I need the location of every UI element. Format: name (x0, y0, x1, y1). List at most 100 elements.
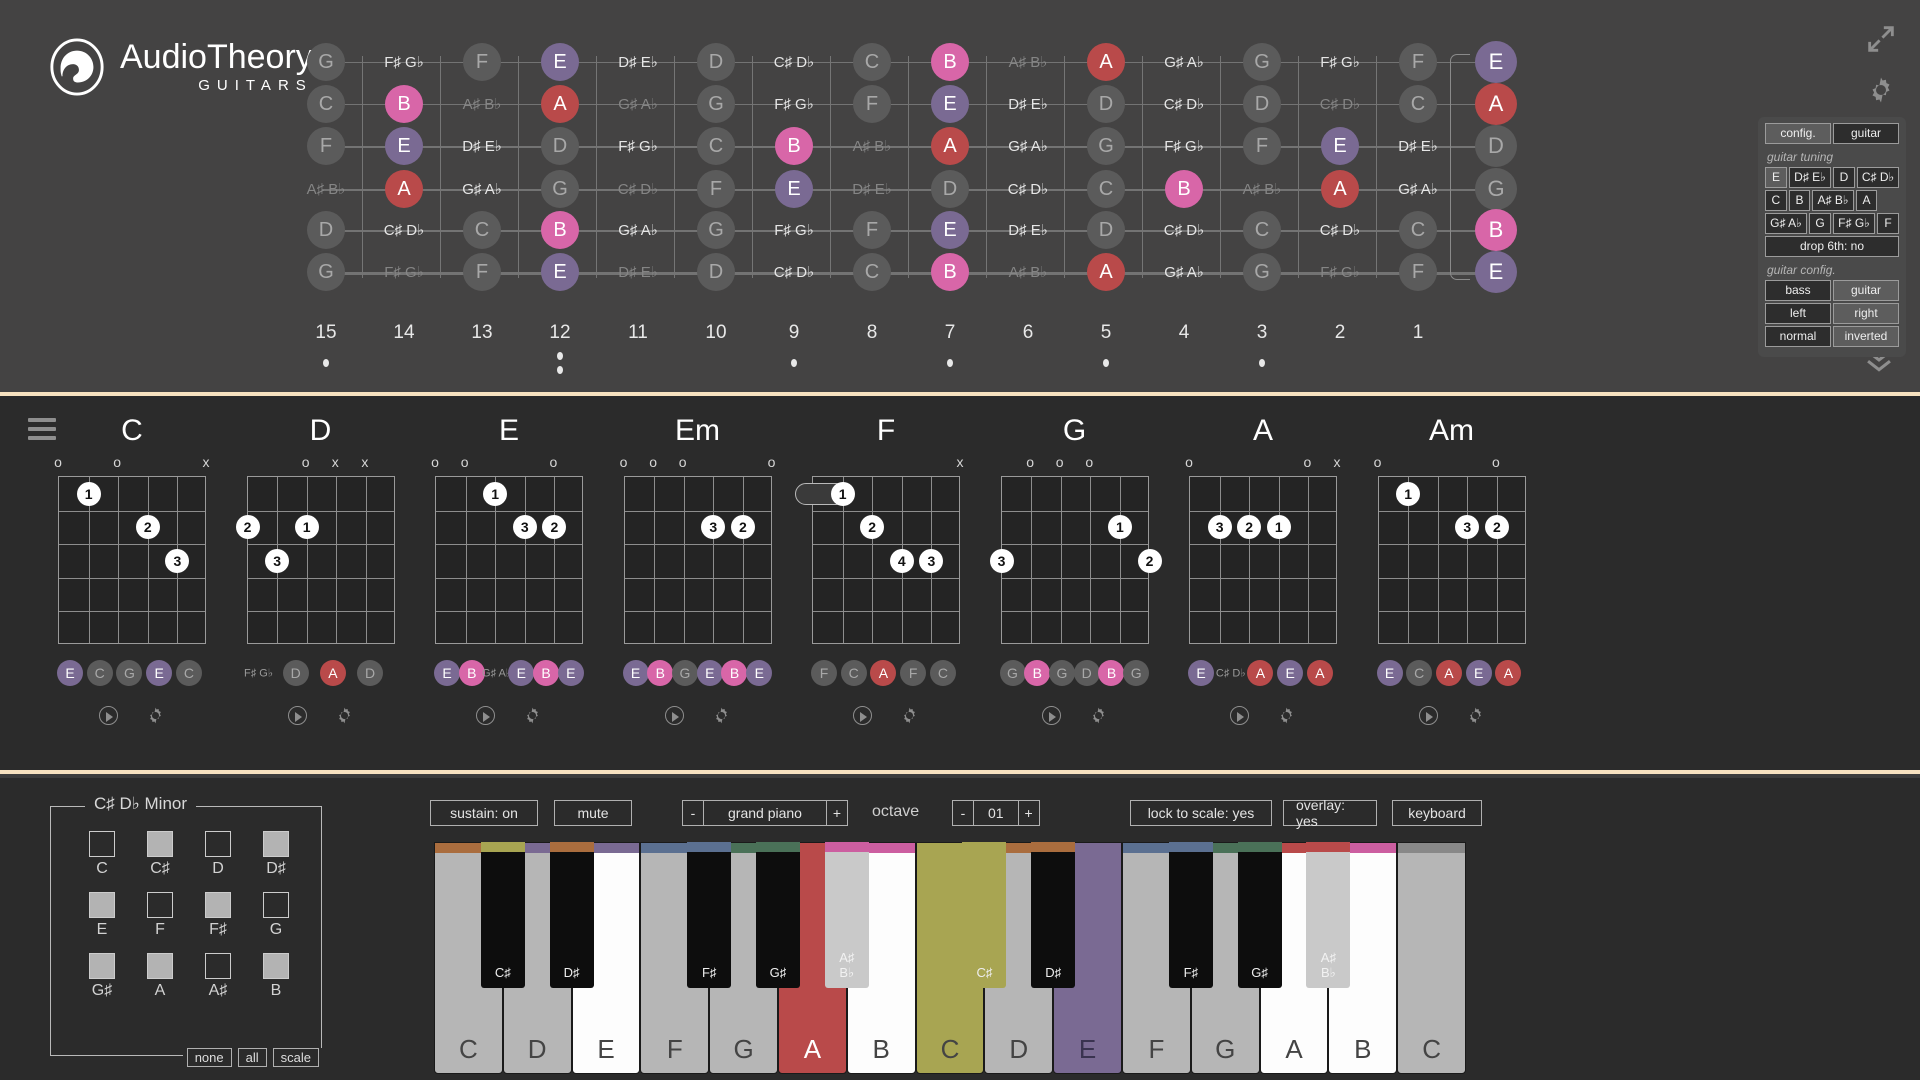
fretboard-note[interactable]: B (931, 253, 969, 291)
open-string-note[interactable]: D (1475, 125, 1517, 167)
gear-icon[interactable] (523, 706, 542, 725)
open-string-note[interactable]: G (1475, 168, 1517, 210)
scale-note-checkbox[interactable] (147, 831, 173, 857)
fretboard-note-label[interactable]: G♯ A♭ (618, 95, 658, 113)
finger-marker[interactable]: 3 (265, 549, 290, 573)
config-option-inverted[interactable]: inverted (1833, 326, 1899, 347)
fretboard-note[interactable]: G (307, 43, 345, 81)
fretboard-note[interactable]: E (775, 170, 813, 208)
config-tab-guitar[interactable]: guitar (1833, 123, 1899, 144)
fretboard-note[interactable]: D (931, 170, 969, 208)
scale-note-cell[interactable]: E (73, 892, 131, 939)
chord-controls[interactable] (409, 706, 609, 725)
fretboard-note[interactable]: D (1087, 211, 1125, 249)
fretboard-note[interactable]: E (1321, 127, 1359, 165)
fretboard-note[interactable]: A (1321, 170, 1359, 208)
scale-note-checkbox[interactable] (89, 831, 115, 857)
scale-note-checkbox[interactable] (263, 892, 289, 918)
fretboard-note[interactable]: C (1243, 211, 1281, 249)
finger-marker[interactable]: 2 (542, 515, 567, 540)
fretboard-note[interactable]: G (1243, 253, 1281, 291)
fretboard-note[interactable]: F (463, 43, 501, 81)
fretboard-note-label[interactable]: D♯ E♭ (852, 180, 892, 198)
tuning-option[interactable]: G (1809, 213, 1831, 234)
fretboard-note[interactable]: C (853, 253, 891, 291)
scale-note-cell[interactable]: F (131, 892, 189, 939)
fretboard-note[interactable]: B (775, 127, 813, 165)
fretboard-note-label[interactable]: A♯ B♭ (1243, 180, 1282, 198)
fretboard-note-label[interactable]: F♯ G♭ (618, 137, 658, 155)
fretboard-note[interactable]: A (1087, 253, 1125, 291)
tuning-option[interactable]: A♯ B♭ (1812, 190, 1854, 211)
finger-marker[interactable]: 4 (889, 549, 914, 573)
tuning-option[interactable]: A (1855, 190, 1878, 211)
octave-plus-button[interactable]: + (1017, 800, 1040, 826)
fretboard-note[interactable]: D (697, 43, 735, 81)
fretboard-note[interactable]: E (541, 43, 579, 81)
fretboard-note[interactable]: E (931, 211, 969, 249)
fretboard-note-label[interactable]: A♯ B♭ (1009, 263, 1048, 281)
fretboard-note[interactable]: E (931, 85, 969, 123)
octave-minus-button[interactable]: - (952, 800, 974, 826)
finger-marker[interactable]: 1 (830, 481, 855, 506)
piano-keyboard[interactable]: C D E F G A B C D E F G A B C C♯ D♯ F♯ G♯ A♯ B♭ C♯ D♯ F♯ G♯ A♯ B♭ (434, 842, 1466, 1074)
open-string-note[interactable]: B (1475, 209, 1517, 251)
scale-note-checkbox[interactable] (89, 892, 115, 918)
lock-to-scale-button[interactable]: lock to scale: yes (1130, 800, 1272, 826)
gear-icon[interactable] (712, 706, 731, 725)
piano-black-key[interactable]: D♯ (1031, 842, 1076, 988)
fretboard-note-label[interactable]: G♯ A♭ (1398, 180, 1438, 198)
instrument-minus-button[interactable]: - (682, 800, 704, 826)
fretboard-note[interactable]: D (697, 253, 735, 291)
fretboard-note[interactable]: D (1243, 85, 1281, 123)
finger-marker[interactable]: 2 (860, 515, 885, 540)
fretboard-note[interactable]: A (541, 85, 579, 123)
scale-note-cell[interactable]: G (247, 892, 305, 939)
piano-black-key[interactable]: D♯ (549, 842, 594, 988)
chord-controls[interactable] (221, 706, 421, 725)
chord-controls[interactable] (975, 706, 1175, 725)
tuning-option[interactable]: D (1833, 167, 1855, 188)
config-option-right[interactable]: right (1833, 303, 1899, 324)
finger-marker[interactable]: 2 (1484, 515, 1509, 540)
fretboard-note[interactable]: F (1243, 127, 1281, 165)
chord-diagram-grid[interactable]: 132 (989, 476, 1162, 644)
fretboard-note[interactable]: F (463, 253, 501, 291)
fretboard-note-label[interactable]: D♯ E♭ (618, 53, 658, 71)
chord-diagram-grid[interactable]: 132 (1377, 476, 1526, 644)
fretboard-note[interactable]: G (697, 211, 735, 249)
fretboard-note[interactable]: E (385, 127, 423, 165)
fretboard-note-label[interactable]: D♯ E♭ (1008, 95, 1048, 113)
chord-card[interactable]: Do x x 2 1 3 F♯ G♭ D A D (221, 396, 421, 778)
scale-note-checkbox[interactable] (147, 892, 173, 918)
config-panel[interactable]: config. guitar guitar tuning E D♯ E♭ D C♯ D♭ C B… (1758, 117, 1906, 357)
piano-black-key[interactable]: G♯ (755, 842, 800, 988)
scale-note-cell[interactable]: D (189, 831, 247, 878)
fretboard-note[interactable]: D (1087, 85, 1125, 123)
scale-scale-button[interactable]: scale (272, 1048, 319, 1067)
tuning-option[interactable]: B (1788, 190, 1811, 211)
fretboard-note[interactable]: G (1243, 43, 1281, 81)
scale-note-cell[interactable]: G♯ (73, 953, 131, 1000)
finger-marker[interactable]: 2 (730, 515, 755, 540)
scale-note-checkbox[interactable] (205, 831, 231, 857)
chord-controls[interactable] (32, 706, 232, 725)
fretboard-note-label[interactable]: F♯ G♭ (774, 221, 814, 239)
fretboard-note-label[interactable]: F♯ G♭ (384, 263, 424, 281)
fretboard-note-label[interactable]: D♯ E♭ (462, 137, 502, 155)
scale-note-checkbox[interactable] (147, 953, 173, 979)
fretboard-note-label[interactable]: F♯ G♭ (774, 95, 814, 113)
gear-icon[interactable] (1866, 75, 1896, 105)
fretboard-note-label[interactable]: F♯ G♭ (1320, 53, 1360, 71)
fretboard-note[interactable]: A (931, 127, 969, 165)
chord-controls[interactable] (1163, 706, 1363, 725)
scale-note-cell[interactable]: C (73, 831, 131, 878)
chord-card[interactable]: Em o o o o 3 2 E B G E B E (598, 396, 798, 778)
fretboard-note-label[interactable]: C♯ D♭ (1164, 95, 1204, 113)
chord-card[interactable]: Eo o o 1 3 2 E B G♯ A♭ E B E (409, 396, 609, 778)
expand-icon[interactable] (1864, 22, 1898, 56)
fretboard-note[interactable]: C (1399, 85, 1437, 123)
fretboard-note-label[interactable]: G♯ A♭ (1164, 53, 1204, 71)
octave-value[interactable]: 01 (974, 800, 1018, 826)
fretboard-note[interactable]: F (307, 127, 345, 165)
